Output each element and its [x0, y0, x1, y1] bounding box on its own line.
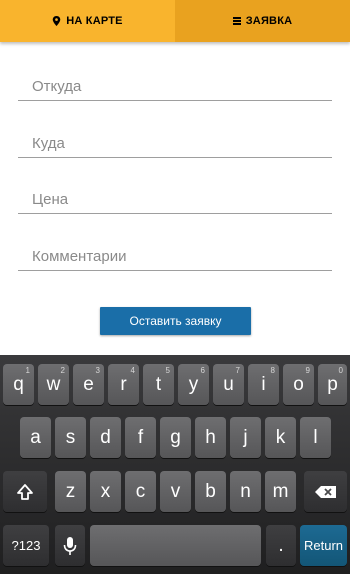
- return-key[interactable]: Return: [300, 525, 347, 566]
- key-h-label: h: [205, 426, 216, 448]
- key-u-hint: 7: [235, 366, 240, 375]
- key-y[interactable]: 6y: [178, 364, 209, 405]
- to-field[interactable]: [18, 126, 332, 157]
- key-q[interactable]: 1q: [3, 364, 34, 405]
- shift-icon: [17, 483, 33, 500]
- microphone-key[interactable]: [55, 525, 85, 566]
- key-u[interactable]: 7u: [213, 364, 244, 405]
- from-field-wrapper: [18, 69, 332, 101]
- backspace-key[interactable]: [304, 471, 347, 512]
- key-m[interactable]: m: [265, 471, 296, 512]
- period-key-label: .: [278, 534, 284, 556]
- key-d[interactable]: d: [90, 417, 121, 458]
- to-field-wrapper: [18, 126, 332, 158]
- key-w-hint: 2: [60, 366, 65, 375]
- space-key[interactable]: [90, 525, 261, 566]
- key-r-label: r: [120, 373, 127, 395]
- key-i-label: i: [261, 373, 266, 395]
- key-c[interactable]: c: [125, 471, 156, 512]
- key-g[interactable]: g: [160, 417, 191, 458]
- key-j-label: j: [243, 426, 248, 448]
- key-s[interactable]: s: [55, 417, 86, 458]
- tab-bar: НА КАРТЕ ЗАЯВКА: [0, 0, 350, 42]
- price-field-wrapper: [18, 182, 332, 214]
- key-m-label: m: [272, 480, 289, 502]
- shift-key[interactable]: [3, 471, 47, 512]
- key-p-hint: 0: [338, 366, 343, 375]
- key-a-label: a: [30, 426, 41, 448]
- key-x-label: x: [100, 480, 111, 502]
- microphone-icon: [63, 536, 77, 555]
- comments-field[interactable]: [18, 239, 332, 270]
- key-e-label: e: [83, 373, 94, 395]
- key-z[interactable]: z: [55, 471, 86, 512]
- onscreen-keyboard: 1q 2w 3e 4r 5t 6y 7u 8i 9o 0p a s d f g …: [0, 355, 350, 574]
- from-field[interactable]: [18, 69, 332, 100]
- key-h[interactable]: h: [195, 417, 226, 458]
- key-l[interactable]: l: [300, 417, 331, 458]
- key-e-hint: 3: [95, 366, 100, 375]
- key-s-label: s: [65, 426, 76, 448]
- key-i-hint: 8: [270, 366, 275, 375]
- key-n-label: n: [240, 480, 251, 502]
- key-g-label: g: [170, 426, 181, 448]
- key-b[interactable]: b: [195, 471, 226, 512]
- tab-map[interactable]: НА КАРТЕ: [0, 0, 175, 42]
- key-z-label: z: [65, 480, 76, 502]
- key-u-label: u: [223, 373, 234, 395]
- key-o-label: o: [293, 373, 304, 395]
- key-v-label: v: [170, 480, 181, 502]
- key-y-label: y: [188, 373, 199, 395]
- backspace-icon: [314, 485, 336, 498]
- tab-request[interactable]: ЗАЯВКА: [175, 0, 350, 42]
- key-o[interactable]: 9o: [283, 364, 314, 405]
- key-r[interactable]: 4r: [108, 364, 139, 405]
- key-p-label: p: [327, 373, 338, 395]
- key-y-hint: 6: [200, 366, 205, 375]
- key-v[interactable]: v: [160, 471, 191, 512]
- key-k-label: k: [275, 426, 286, 448]
- key-t[interactable]: 5t: [143, 364, 174, 405]
- key-d-label: d: [100, 426, 111, 448]
- key-k[interactable]: k: [265, 417, 296, 458]
- key-f[interactable]: f: [125, 417, 156, 458]
- period-key[interactable]: .: [266, 525, 296, 566]
- symbols-key[interactable]: ?123: [3, 525, 49, 566]
- key-l-label: l: [313, 426, 318, 448]
- key-o-hint: 9: [305, 366, 310, 375]
- price-field[interactable]: [18, 182, 332, 213]
- comments-field-wrapper: [18, 239, 332, 271]
- key-a[interactable]: a: [20, 417, 51, 458]
- key-r-hint: 4: [130, 366, 135, 375]
- key-c-label: c: [135, 480, 146, 502]
- key-i[interactable]: 8i: [248, 364, 279, 405]
- submit-request-button[interactable]: Оставить заявку: [100, 307, 251, 335]
- key-w-label: w: [46, 373, 61, 395]
- key-w[interactable]: 2w: [38, 364, 69, 405]
- tab-request-label: ЗАЯВКА: [245, 15, 293, 27]
- key-x[interactable]: x: [90, 471, 121, 512]
- key-p[interactable]: 0p: [318, 364, 347, 405]
- symbols-key-label: ?123: [11, 538, 41, 553]
- key-f-label: f: [137, 426, 144, 448]
- return-key-label: Return: [303, 538, 344, 553]
- key-j[interactable]: j: [230, 417, 261, 458]
- menu-icon: [232, 17, 241, 25]
- key-q-hint: 1: [25, 366, 30, 375]
- map-pin-icon: [53, 16, 61, 26]
- key-e[interactable]: 3e: [73, 364, 104, 405]
- key-q-label: q: [13, 373, 24, 395]
- key-t-hint: 5: [165, 366, 170, 375]
- key-b-label: b: [205, 480, 216, 502]
- key-n[interactable]: n: [230, 471, 261, 512]
- tab-map-label: НА КАРТЕ: [66, 15, 123, 27]
- key-t-label: t: [155, 373, 162, 395]
